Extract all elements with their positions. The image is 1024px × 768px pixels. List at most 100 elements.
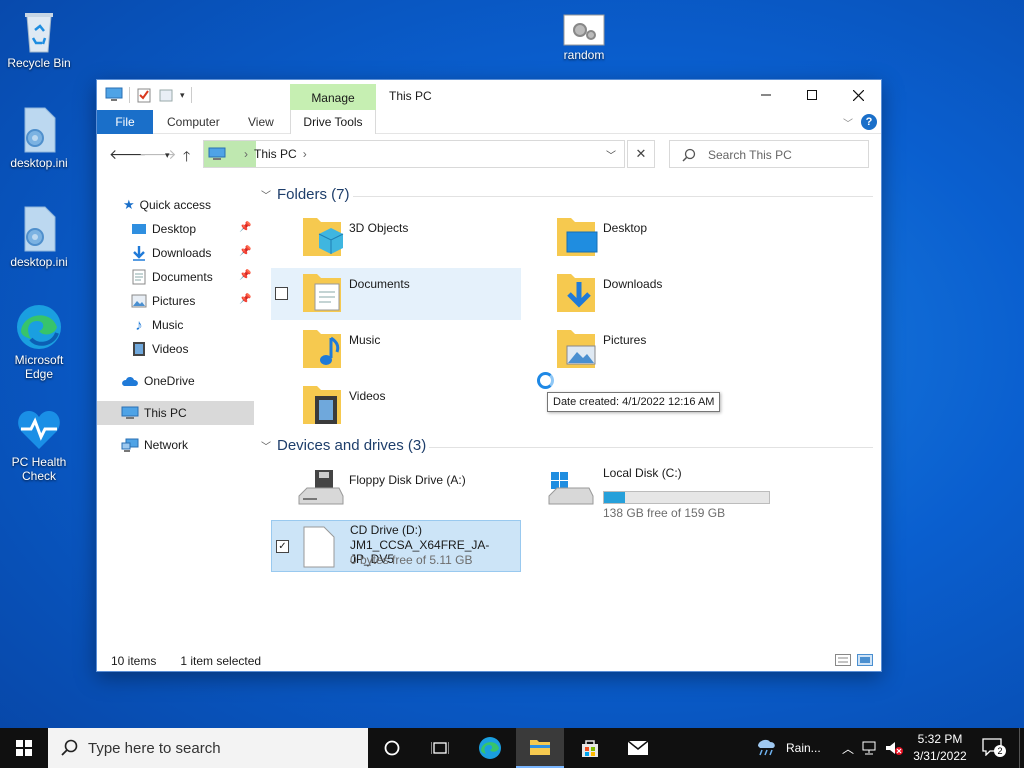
- desktop-icon-random[interactable]: random: [546, 14, 622, 62]
- maximize-button[interactable]: [789, 80, 835, 110]
- windows-drive-icon: [548, 472, 594, 505]
- volume-muted-icon[interactable]: [884, 740, 904, 756]
- taskbar-mail[interactable]: [614, 728, 662, 768]
- clear-address-button[interactable]: ✕: [627, 140, 655, 168]
- sidebar-item-desktop[interactable]: Desktop: [131, 218, 196, 240]
- close-button[interactable]: [835, 80, 881, 110]
- sidebar-item-network[interactable]: Network: [121, 434, 188, 456]
- sidebar-item-downloads[interactable]: Downloads: [131, 242, 211, 264]
- pin-icon[interactable]: 📌: [239, 222, 251, 233]
- address-bar[interactable]: › This PC › ﹀: [203, 140, 625, 168]
- breadcrumb-chevron-icon[interactable]: ›: [244, 147, 248, 161]
- taskbar-edge[interactable]: [466, 728, 514, 768]
- search-placeholder: Search This PC: [708, 148, 792, 162]
- start-button[interactable]: [0, 728, 48, 768]
- breadcrumb-chevron-icon[interactable]: ›: [303, 147, 307, 161]
- desktop-icon-microsoft-edge[interactable]: Microsoft Edge: [1, 303, 77, 381]
- devices-group-header[interactable]: ﹀ Devices and drives (3): [261, 437, 426, 454]
- selection-count: 1 item selected: [180, 654, 262, 668]
- tab-drive-tools[interactable]: Drive Tools: [290, 110, 376, 134]
- sidebar-item-videos[interactable]: Videos: [131, 338, 188, 360]
- sidebar-item-music[interactable]: ♪ Music: [131, 314, 183, 336]
- notification-center-button[interactable]: 2: [982, 738, 1006, 757]
- quick-access-toolbar: ▾: [105, 87, 192, 103]
- large-icons-view-icon[interactable]: [857, 654, 873, 666]
- clock-time[interactable]: 5:32 PM: [912, 732, 968, 746]
- select-checkbox[interactable]: [275, 287, 288, 300]
- collapse-chevron-icon[interactable]: ﹀: [261, 438, 271, 453]
- taskbar-file-explorer[interactable]: [516, 728, 564, 768]
- videos-folder-icon: [303, 386, 341, 424]
- settings-file-icon: [24, 206, 56, 252]
- address-history-chevron-icon[interactable]: ﹀: [606, 147, 616, 162]
- drive-floppy-a[interactable]: Floppy Disk Drive (A:): [271, 464, 521, 516]
- star-icon: ★: [123, 197, 135, 212]
- sidebar-item-this-pc[interactable]: This PC: [121, 402, 187, 424]
- taskbar-search-box[interactable]: Type here to search: [48, 728, 368, 768]
- desktop-icon-desktop-ini-1[interactable]: desktop.ini: [1, 106, 77, 170]
- folder-desktop[interactable]: Desktop: [525, 212, 775, 264]
- help-icon[interactable]: ?: [861, 114, 877, 130]
- properties-icon[interactable]: [136, 87, 152, 103]
- status-bar: 10 items 1 item selected: [111, 654, 261, 668]
- downloads-folder-icon: [557, 274, 595, 312]
- folder-music[interactable]: Music: [271, 324, 521, 376]
- folder-downloads[interactable]: Downloads: [525, 268, 775, 320]
- sidebar-item-pictures[interactable]: Pictures: [131, 290, 195, 312]
- show-desktop-button[interactable]: [1019, 728, 1024, 768]
- 3d-objects-folder-icon: [303, 218, 344, 256]
- show-hidden-icons-chevron-icon[interactable]: ︿: [842, 740, 854, 757]
- settings-file-icon: [24, 107, 56, 153]
- recent-locations-chevron-icon[interactable]: ▾: [165, 150, 170, 161]
- title-bar[interactable]: ▾ Manage This PC: [97, 80, 881, 111]
- sidebar-item-quick-access[interactable]: ★ Quick access: [123, 194, 211, 216]
- window-title: This PC: [389, 89, 432, 103]
- folder-3d-objects[interactable]: 3D Objects: [271, 212, 521, 264]
- select-checkbox[interactable]: ✓: [276, 540, 289, 553]
- blank-disc-file-icon: [303, 526, 335, 568]
- task-view-button[interactable]: [416, 728, 464, 768]
- weather-text[interactable]: Rain...: [786, 741, 821, 755]
- pin-icon[interactable]: 📌: [239, 270, 251, 281]
- tab-view[interactable]: View: [248, 110, 274, 134]
- folders-group-header[interactable]: ﹀ Folders (7): [261, 186, 350, 203]
- music-note-icon: ♪: [135, 316, 143, 334]
- disk-usage-bar: [603, 491, 770, 504]
- computer-icon: [121, 406, 139, 419]
- up-arrow-icon[interactable]: 🡑: [183, 146, 190, 170]
- disk-free-text: 138 GB free of 159 GB: [603, 506, 726, 520]
- rain-weather-icon[interactable]: [756, 738, 778, 758]
- search-box[interactable]: Search This PC: [669, 140, 869, 168]
- pin-icon[interactable]: 📌: [239, 294, 251, 305]
- tab-computer[interactable]: Computer: [167, 110, 220, 134]
- drive-local-disk-c[interactable]: Local Disk (C:) 138 GB free of 159 GB: [525, 464, 775, 520]
- toolbar-separator: [129, 87, 130, 103]
- folder-videos[interactable]: Videos: [271, 380, 521, 432]
- desktop-icon-recycle-bin[interactable]: Recycle Bin: [1, 8, 77, 70]
- new-folder-icon[interactable]: [158, 87, 174, 103]
- network-icon[interactable]: [862, 741, 880, 755]
- cortana-button[interactable]: [368, 728, 416, 768]
- pin-icon[interactable]: 📌: [239, 246, 251, 257]
- collapse-chevron-icon[interactable]: ﹀: [261, 187, 271, 202]
- forward-arrow-icon[interactable]: 🡒: [139, 146, 177, 163]
- folder-documents[interactable]: Documents: [271, 268, 521, 320]
- edge-icon: [479, 737, 501, 759]
- tab-file[interactable]: File: [97, 110, 153, 134]
- tab-manage[interactable]: Manage: [290, 84, 376, 111]
- sidebar-item-onedrive[interactable]: OneDrive: [121, 370, 195, 392]
- breadcrumb-this-pc[interactable]: This PC: [254, 147, 297, 161]
- taskbar-store[interactable]: [566, 728, 614, 768]
- desktop-icon-pc-health-check[interactable]: PC Health Check: [1, 407, 77, 483]
- customize-toolbar-chevron-icon[interactable]: ▾: [180, 90, 185, 101]
- minimize-button[interactable]: [743, 80, 789, 110]
- cloud-icon: [122, 377, 138, 386]
- drive-cd-d[interactable]: ✓ CD Drive (D:) JM1_CCSA_X64FRE_JA-JP_DV…: [271, 520, 521, 572]
- desktop-icon-desktop-ini-2[interactable]: desktop.ini: [1, 205, 77, 269]
- expand-ribbon-chevron-icon[interactable]: ﹀: [843, 115, 853, 130]
- folder-pictures[interactable]: Pictures: [525, 324, 775, 376]
- details-view-icon[interactable]: [835, 654, 851, 666]
- notification-count: 2: [994, 745, 1006, 757]
- sidebar-item-documents[interactable]: Documents: [131, 266, 213, 288]
- clock-date[interactable]: 3/31/2022: [912, 749, 968, 763]
